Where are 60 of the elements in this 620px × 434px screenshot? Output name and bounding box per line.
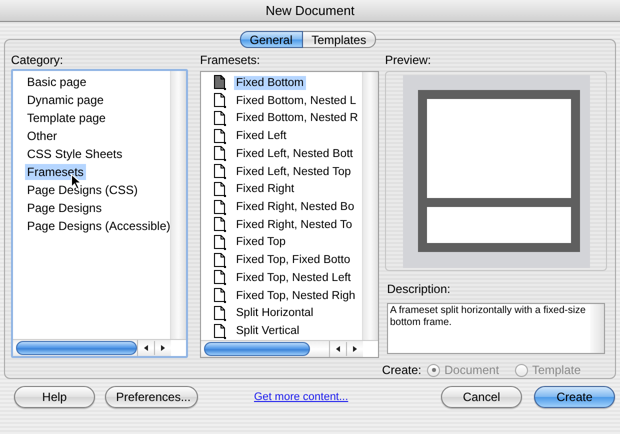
vertical-scrollbar[interactable] xyxy=(170,71,186,339)
list-item[interactable]: Fixed Bottom, Nested R xyxy=(234,111,360,126)
list-item[interactable]: Fixed Top, Fixed Botto xyxy=(234,253,352,268)
radio-label: Template xyxy=(532,363,581,377)
scrollbar-thumb[interactable] xyxy=(16,341,138,355)
list-item[interactable]: Split Horizontal xyxy=(234,306,316,320)
list-item[interactable]: Fixed Bottom, Nested L xyxy=(234,94,358,108)
list-item[interactable]: Fixed Top xyxy=(234,235,288,250)
vertical-scrollbar[interactable] xyxy=(362,72,378,340)
list-item[interactable]: Template page xyxy=(25,110,108,126)
list-item[interactable]: Fixed Left, Nested Top xyxy=(234,164,353,179)
document-icon xyxy=(213,200,227,214)
list-item[interactable]: Page Designs (Accessible) xyxy=(25,218,172,234)
document-icon xyxy=(213,252,227,268)
document-icon xyxy=(213,217,227,232)
description-text: A frameset split horizontally with a fixed-size bottom frame. xyxy=(389,304,587,330)
document-icon xyxy=(213,270,227,286)
document-icon xyxy=(213,128,227,144)
document-icon xyxy=(213,288,227,304)
list-item[interactable]: Framesets xyxy=(25,164,86,180)
tab[interactable]: General xyxy=(240,31,302,48)
category-label: Category: xyxy=(11,53,64,68)
document-icon xyxy=(213,324,227,339)
document-icon xyxy=(213,182,227,197)
vertical-scrollbar[interactable] xyxy=(590,304,604,353)
default-button[interactable]: Create xyxy=(534,386,615,408)
list-item[interactable]: CSS Style Sheets xyxy=(25,146,124,162)
button[interactable]: Cancel xyxy=(441,386,522,408)
list-item[interactable]: Split Vertical xyxy=(234,324,302,338)
button[interactable]: Help xyxy=(14,386,95,408)
list-item[interactable]: Fixed Left xyxy=(234,129,288,144)
document-icon xyxy=(213,146,227,162)
description-label: Description: xyxy=(387,282,450,297)
document-icon xyxy=(213,164,227,180)
document-icon xyxy=(213,234,227,250)
list-item[interactable]: Fixed Top, Nested Righ xyxy=(234,288,358,303)
list-item[interactable]: Other xyxy=(25,128,60,144)
window-title: New Document xyxy=(266,3,354,18)
get-more-content-link[interactable]: Get more content... xyxy=(254,391,348,403)
radio-label: Document xyxy=(444,363,500,377)
document-icon xyxy=(213,75,227,90)
preview-label: Preview: xyxy=(385,53,432,68)
list-item[interactable]: Dynamic page xyxy=(25,92,106,108)
framesets-label: Framesets: xyxy=(200,53,260,68)
document-icon xyxy=(213,93,227,108)
list-item[interactable]: Page Designs (CSS) xyxy=(25,182,140,198)
list-item[interactable]: Basic page xyxy=(25,74,88,90)
scrollbar-thumb[interactable] xyxy=(204,342,310,356)
button[interactable]: Preferences... xyxy=(105,386,198,408)
list-item[interactable]: Fixed Right, Nested To xyxy=(234,218,354,232)
tab[interactable]: Templates xyxy=(302,31,376,48)
list-item[interactable]: Fixed Bottom xyxy=(234,76,306,90)
create-label: Create: xyxy=(382,363,422,377)
document-icon xyxy=(213,306,227,321)
document-icon xyxy=(213,110,227,126)
list-item[interactable]: Fixed Top, Nested Left xyxy=(234,270,353,285)
list-item[interactable]: Fixed Right, Nested Bo xyxy=(234,200,356,214)
list-item[interactable]: Fixed Right xyxy=(234,182,296,196)
list-item[interactable]: Page Designs xyxy=(25,200,104,216)
list-item[interactable]: Fixed Left, Nested Bott xyxy=(234,146,355,161)
